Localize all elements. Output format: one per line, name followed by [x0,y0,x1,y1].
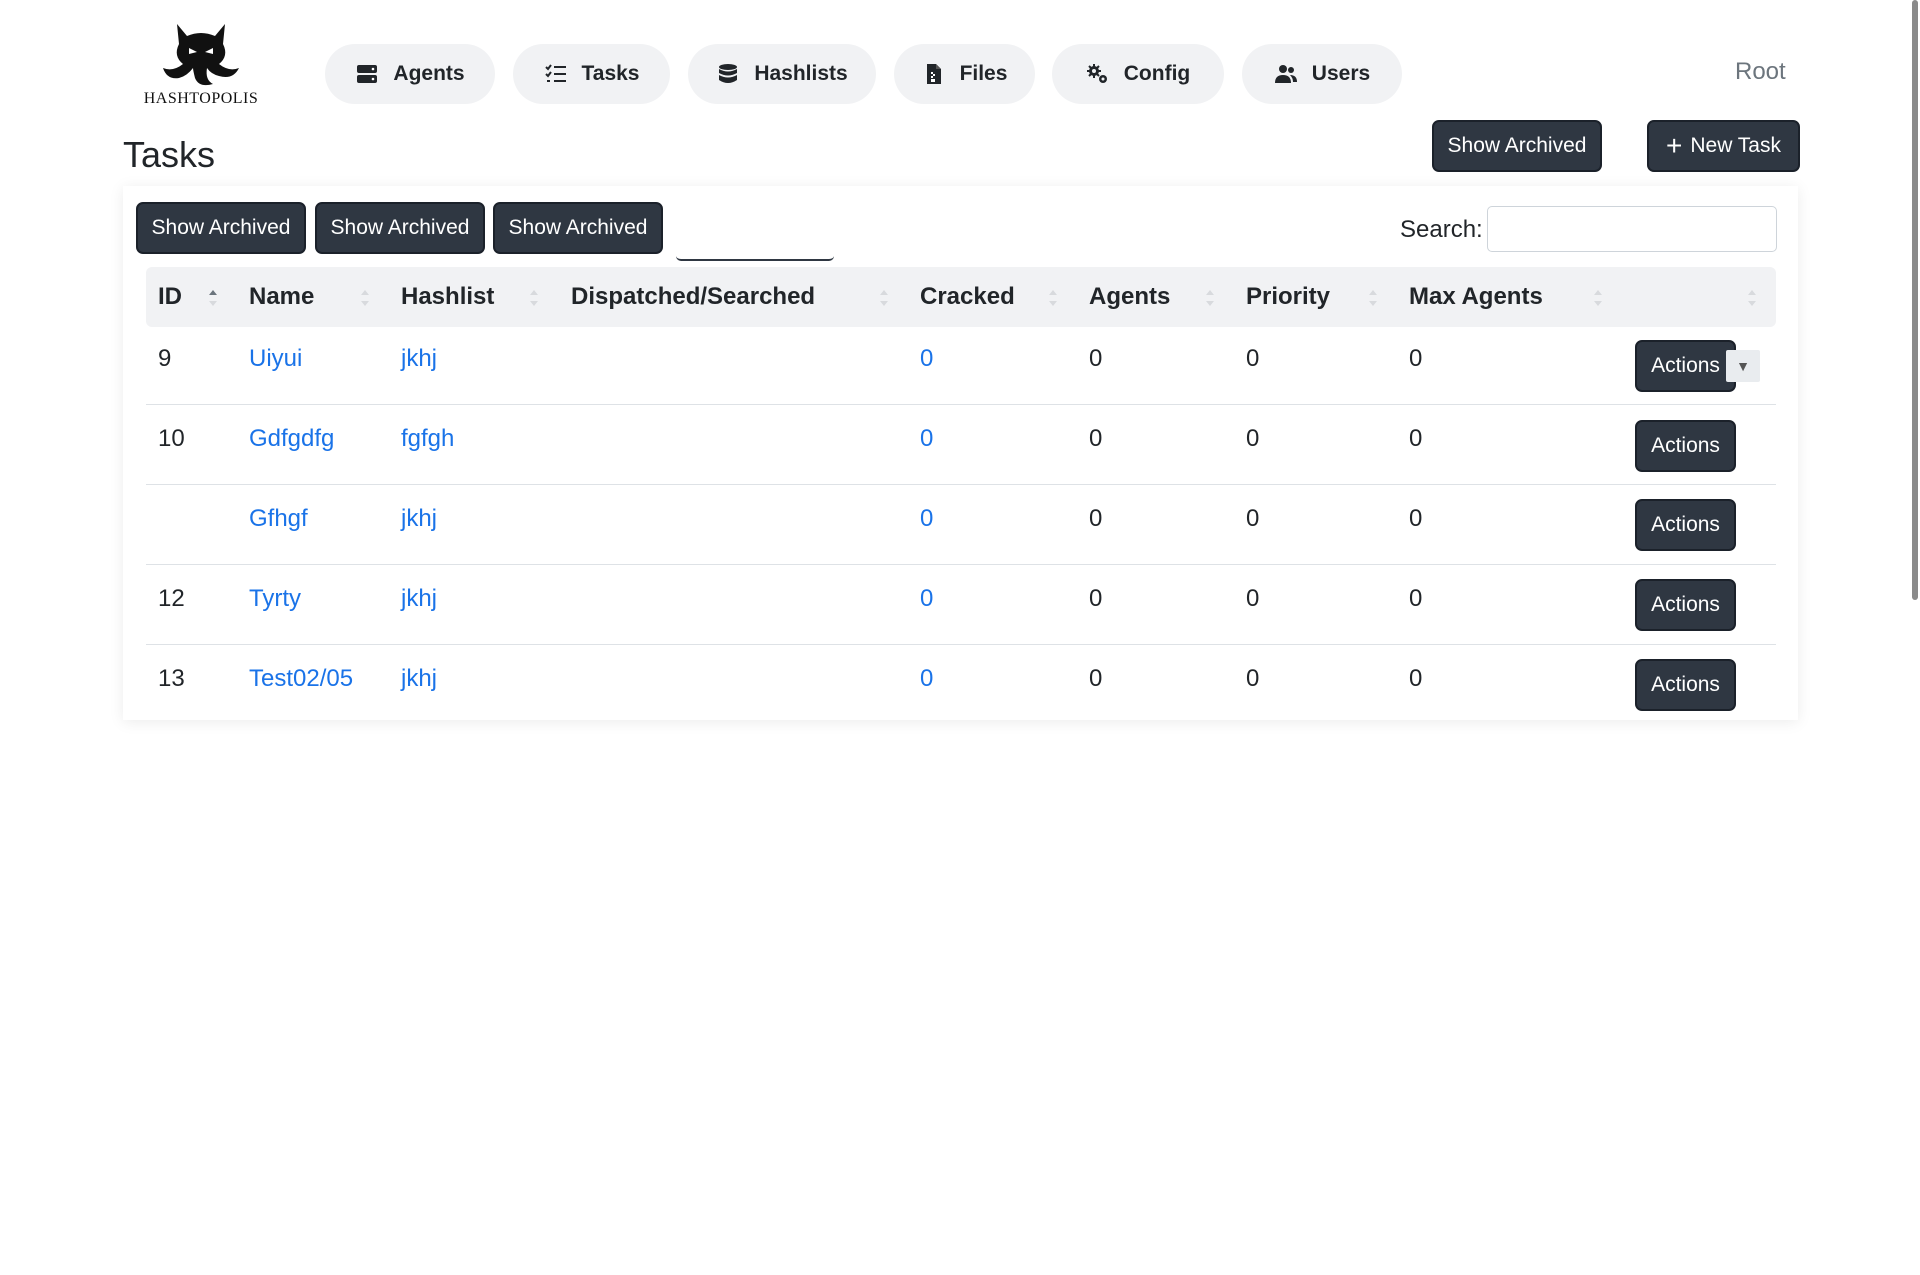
plus-icon: + [1665,130,1683,161]
user-menu[interactable]: Root [1735,58,1786,86]
nav-hashlists[interactable]: Hashlists [688,44,876,104]
sort-arrows-icon[interactable] [529,287,539,309]
nav-hashlists-label: Hashlists [754,62,848,85]
row-divider [146,484,1776,485]
actions-button[interactable]: Actions [1635,579,1736,631]
cell-priority: 0 [1246,585,1260,612]
task-list-icon [544,64,566,82]
gears-icon [1086,64,1107,83]
cracked-link[interactable]: 0 [920,425,933,453]
cracked-link[interactable]: 0 [920,665,933,693]
column-header-max-agents[interactable]: Max Agents [1409,267,1543,327]
column-header-dispatched[interactable]: Dispatched/Searched [571,267,815,327]
nav-agents-label: Agents [393,62,465,85]
users-icon [1274,65,1297,83]
cell-agents: 0 [1089,345,1103,372]
cell-priority: 0 [1246,345,1260,372]
cell-max-agents: 0 [1409,425,1423,452]
octopus-icon [163,24,239,86]
dropdown-caret-icon[interactable]: ▼ [1726,350,1760,382]
nav-agents[interactable]: Agents [325,44,495,104]
show-archived-button[interactable]: Show Archived [1432,120,1602,172]
cracked-link[interactable]: 0 [920,345,933,373]
cell-agents: 0 [1089,585,1103,612]
nav-files-label: Files [959,62,1008,85]
cell-agents: 0 [1089,505,1103,532]
filter-show-archived-2[interactable]: Show Archived [315,202,485,254]
task-name-link[interactable]: Gfhgf [249,505,308,533]
cell-id: 12 [158,585,185,612]
cell-agents: 0 [1089,425,1103,452]
search-input[interactable] [1487,206,1777,252]
cell-id: 13 [158,665,185,692]
cell-max-agents: 0 [1409,505,1423,532]
sort-arrows-icon[interactable] [1593,287,1603,309]
cell-id: 10 [158,425,185,452]
brand-logo-text: HASHTOPOLIS [143,90,259,107]
row-divider [146,564,1776,565]
row-divider [146,404,1776,405]
cell-priority: 0 [1246,665,1260,692]
cell-max-agents: 0 [1409,345,1423,372]
sort-arrows-icon[interactable] [1205,287,1215,309]
actions-button[interactable]: Actions [1635,420,1736,472]
column-header-id[interactable]: ID [158,267,182,327]
hashlist-link[interactable]: jkhj [401,505,437,533]
sort-arrows-icon[interactable] [1368,287,1378,309]
cracked-link[interactable]: 0 [920,505,933,533]
server-icon [357,65,378,83]
new-task-button[interactable]: + New Task [1647,120,1800,172]
filter-separator [676,256,834,261]
task-name-link[interactable]: Uiyui [249,345,302,373]
cell-priority: 0 [1246,505,1260,532]
cell-max-agents: 0 [1409,665,1423,692]
task-name-link[interactable]: Test02/05 [249,665,353,693]
task-name-link[interactable]: Gdfgdfg [249,425,334,453]
actions-button[interactable]: Actions [1635,499,1736,551]
database-icon [719,64,738,83]
column-header-agents[interactable]: Agents [1089,267,1170,327]
nav-users-label: Users [1311,62,1371,85]
new-task-label: New Task [1690,134,1781,157]
column-header-name[interactable]: Name [249,267,314,327]
sort-arrows-icon[interactable] [1048,287,1058,309]
nav-tasks[interactable]: Tasks [513,44,670,104]
hashlist-link[interactable]: jkhj [401,665,437,693]
nav-tasks-label: Tasks [581,62,640,85]
task-name-link[interactable]: Tyrty [249,585,301,613]
filter-show-archived-3[interactable]: Show Archived [493,202,663,254]
scrollbar-thumb[interactable] [1912,0,1918,600]
brand-logo[interactable]: HASHTOPOLIS [136,22,266,112]
row-divider [146,644,1776,645]
column-header-hashlist[interactable]: Hashlist [401,267,494,327]
hashlist-link[interactable]: jkhj [401,345,437,373]
cell-max-agents: 0 [1409,585,1423,612]
hashlist-link[interactable]: jkhj [401,585,437,613]
nav-files[interactable]: Files [894,44,1035,104]
cell-priority: 0 [1246,425,1260,452]
sort-arrows-icon[interactable] [879,287,889,309]
nav-config[interactable]: Config [1052,44,1224,104]
nav-config-label: Config [1123,62,1191,85]
sort-arrows-icon[interactable] [360,287,370,309]
hashlist-link[interactable]: fgfgh [401,425,454,453]
file-icon [926,64,941,84]
column-header-cracked[interactable]: Cracked [920,267,1015,327]
column-header-priority[interactable]: Priority [1246,267,1330,327]
nav-users[interactable]: Users [1242,44,1402,104]
actions-button[interactable]: Actions [1635,659,1736,711]
cell-id: 9 [158,345,172,372]
actions-button[interactable]: Actions [1635,340,1736,392]
cell-agents: 0 [1089,665,1103,692]
page-title: Tasks [123,134,216,175]
search-label: Search: [1400,216,1483,243]
filter-show-archived-1[interactable]: Show Archived [136,202,306,254]
sort-arrows-icon[interactable] [1747,287,1757,309]
vertical-scrollbar[interactable] [1906,0,1920,1275]
sort-arrows-icon[interactable] [208,287,218,309]
cracked-link[interactable]: 0 [920,585,933,613]
